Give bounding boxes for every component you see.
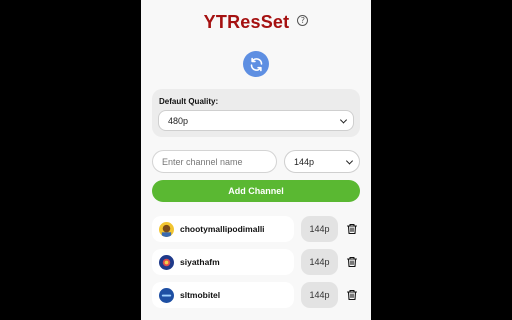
channel-quality-badge[interactable]: 144p (301, 216, 338, 242)
avatar (159, 287, 174, 303)
channel-name-input[interactable] (152, 150, 277, 173)
channel-row: siyathafm 144p (152, 249, 364, 275)
extension-popup: YTResSet ? Default Quality: 480p 144p Ad… (141, 0, 371, 320)
channel-name: chootymallipodimalli (180, 224, 265, 234)
channel-quality-badge[interactable]: 144p (301, 249, 338, 275)
trash-icon[interactable] (346, 256, 358, 268)
channel-quality-select[interactable]: 144p (284, 150, 360, 173)
chevron-down-icon (345, 156, 354, 165)
default-quality-select[interactable]: 480p (158, 110, 354, 131)
channel-quality-badge[interactable]: 144p (301, 282, 338, 308)
channel-name: sltmobitel (180, 290, 221, 300)
default-quality-card: Default Quality: 480p (152, 89, 360, 137)
avatar (159, 221, 174, 237)
trash-icon[interactable] (346, 223, 358, 235)
add-channel-button[interactable]: Add Channel (152, 180, 360, 202)
trash-icon[interactable] (346, 289, 358, 301)
default-quality-label: Default Quality: (159, 97, 219, 106)
channel-quality-value: 144p (294, 156, 315, 167)
channel-name-box: siyathafm (152, 249, 294, 275)
header: YTResSet ? (141, 10, 371, 34)
channel-row: sltmobitel 144p (152, 282, 364, 308)
app-title: YTResSet (203, 11, 290, 32)
refresh-button[interactable] (243, 51, 269, 77)
chevron-down-icon (339, 115, 348, 124)
refresh-icon (250, 57, 262, 71)
channel-name: siyathafm (180, 257, 220, 267)
channel-name-box: chootymallipodimalli (152, 216, 294, 242)
channel-row: chootymallipodimalli 144p (152, 216, 364, 242)
help-icon[interactable]: ? (297, 15, 309, 26)
default-quality-value: 480p (168, 115, 189, 126)
avatar (159, 254, 174, 270)
channel-name-box: sltmobitel (152, 282, 294, 308)
